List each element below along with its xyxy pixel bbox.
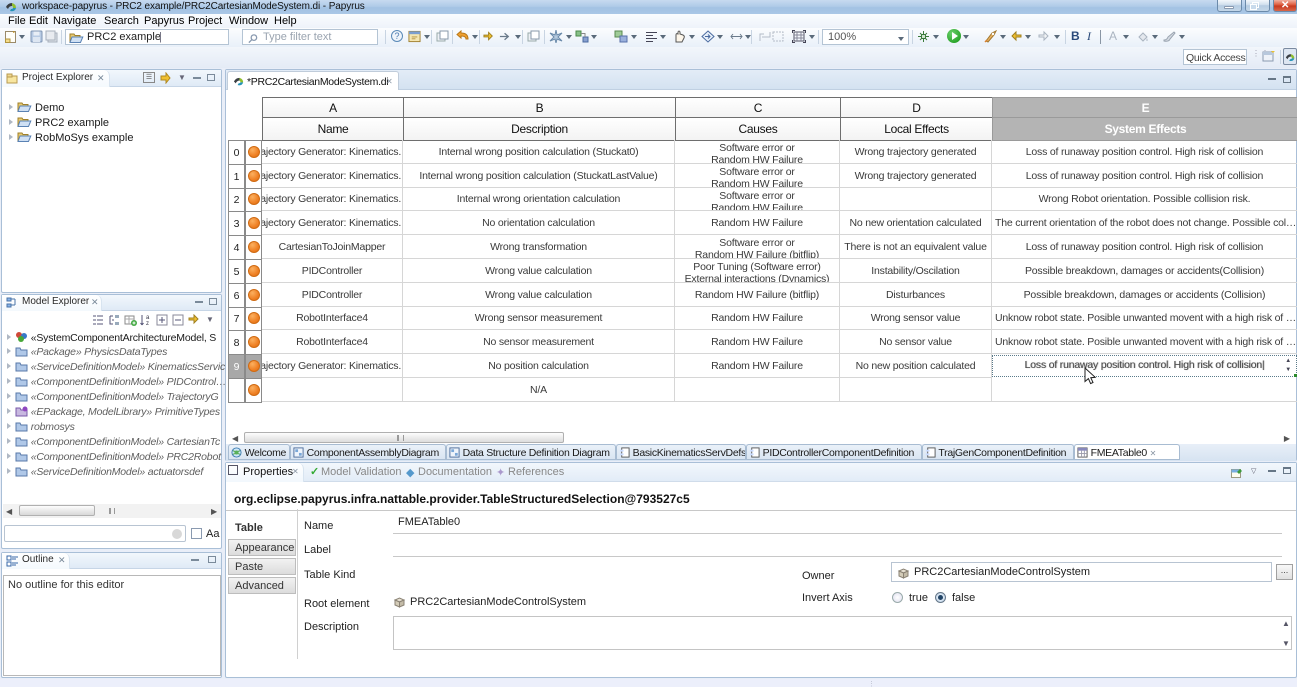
svg-text:z: z bbox=[146, 321, 149, 326]
